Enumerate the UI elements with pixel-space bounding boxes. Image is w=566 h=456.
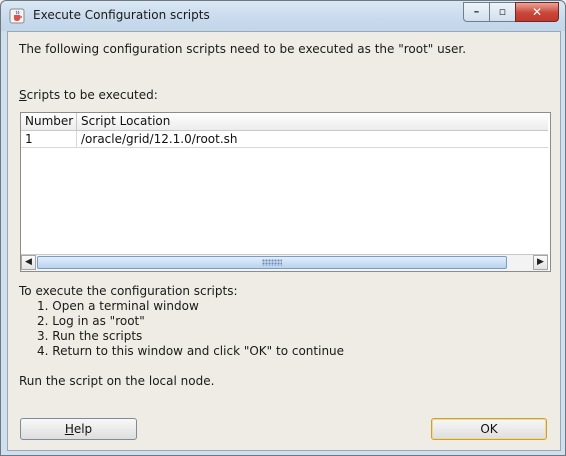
scripts-table[interactable]: Number Script Location 1 /oracle/grid/12… (20, 112, 551, 272)
close-button[interactable]: ✕ (515, 2, 559, 22)
scroll-left-button[interactable]: ◀ (21, 255, 36, 270)
intro-text: The following configuration scripts need… (19, 42, 467, 56)
window-title: Execute Configuration scripts (33, 8, 210, 22)
scripts-label: Scripts to be executed: (19, 88, 158, 102)
column-header-number[interactable]: Number (21, 113, 77, 130)
scroll-right-button[interactable]: ▶ (533, 255, 548, 270)
close-icon: ✕ (531, 5, 543, 19)
grip-icon (262, 259, 282, 266)
ok-button[interactable]: OK (431, 418, 547, 440)
instruction-step: 3. Run the scripts (37, 329, 143, 343)
scrollbar-thumb[interactable] (37, 256, 507, 269)
cell-script-location: /oracle/grid/12.1.0/root.sh (81, 132, 238, 146)
table-row[interactable]: 1 /oracle/grid/12.1.0/root.sh (21, 131, 548, 148)
help-mnemonic: H (64, 422, 74, 436)
table-header: Number Script Location (21, 113, 548, 131)
local-node-text: Run the script on the local node. (19, 374, 215, 388)
dialog-window: Execute Configuration scripts – ▫ ✕ The … (0, 0, 566, 456)
help-label: elp (73, 422, 93, 436)
java-cup-icon (9, 8, 25, 24)
instruction-step: 4. Return to this window and click "OK" … (37, 344, 345, 358)
instruction-step: 1. Open a terminal window (37, 299, 199, 313)
minimize-button[interactable]: – (463, 2, 490, 22)
caption-buttons: – ▫ ✕ (463, 2, 559, 22)
dialog-body: The following configuration scripts need… (7, 31, 561, 451)
maximize-button[interactable]: ▫ (489, 2, 516, 22)
scripts-label-mnemonic: S (19, 88, 27, 102)
help-button[interactable]: Help (20, 418, 137, 440)
minimize-icon: – (473, 5, 480, 18)
maximize-icon: ▫ (498, 5, 507, 18)
column-header-script-location[interactable]: Script Location (77, 113, 547, 130)
cell-number: 1 (21, 131, 77, 147)
scripts-label-text: cripts to be executed: (26, 88, 158, 102)
title-bar[interactable]: Execute Configuration scripts – ▫ ✕ (1, 1, 565, 31)
instruction-step: 2. Log in as "root" (37, 314, 145, 328)
instructions-heading: To execute the configuration scripts: (19, 284, 238, 298)
horizontal-scrollbar[interactable]: ◀ ▶ (21, 254, 548, 271)
